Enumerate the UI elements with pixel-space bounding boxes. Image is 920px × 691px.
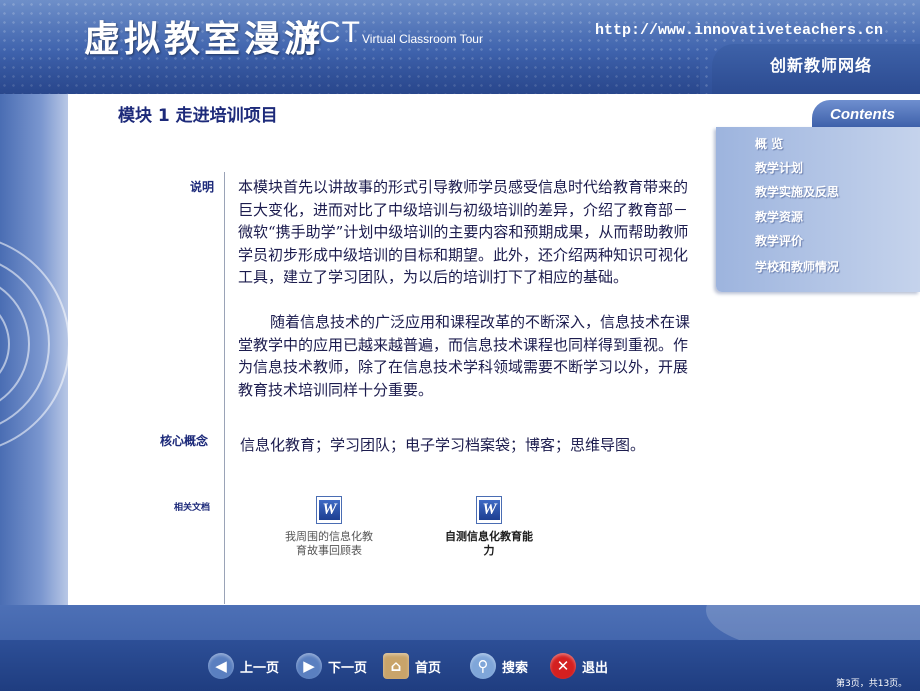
contents-item-teaching-plan[interactable]: 教学计划 <box>755 159 803 176</box>
module-title: 模块 1 走进培训项目 <box>118 106 278 126</box>
prev-page-button[interactable]: ◀ 上一页 <box>208 652 279 680</box>
footer-strip <box>0 640 920 691</box>
document-caption: 自测信息化教育能力 <box>445 530 533 557</box>
label-related-docs: 相关文档 <box>174 503 211 513</box>
home-icon: ⌂ <box>383 653 409 679</box>
search-button[interactable]: ⚲ 搜索 <box>470 652 528 680</box>
page-counter: 第3页，共13页。 <box>836 679 908 689</box>
description-paragraph-1: 本模块首先以讲故事的形式引导教师学员感受信息时代给教育带来的巨大变化，进而对比了… <box>238 178 689 286</box>
contents-item-implementation[interactable]: 教学实施及反思 <box>755 183 839 200</box>
next-page-label: 下一页 <box>328 660 368 676</box>
site-url[interactable]: http://www.innovativeteachers.cn <box>595 22 883 39</box>
home-button[interactable]: ⌂ 首页 <box>383 652 441 680</box>
arrow-right-icon: ▶ <box>296 653 322 679</box>
key-concepts-text: 信息化教育；学习团队；电子学习档案袋；博客；思维导图。 <box>240 436 646 454</box>
exit-label: 退出 <box>582 660 609 676</box>
close-icon: ✕ <box>550 653 576 679</box>
contents-item-evaluation[interactable]: 教学评价 <box>755 232 803 249</box>
vct-subtitle: Virtual Classroom Tour <box>362 32 483 46</box>
vct-logo: VCT <box>298 16 361 49</box>
magnifier-icon: ⚲ <box>470 653 496 679</box>
exit-button[interactable]: ✕ 退出 <box>550 652 608 680</box>
app-title: 虚拟教室漫游 <box>84 18 325 60</box>
next-page-button[interactable]: ▶ 下一页 <box>296 652 367 680</box>
contents-item-resources[interactable]: 教学资源 <box>755 208 803 225</box>
contents-item-school-info[interactable]: 学校和教师情况 <box>755 258 839 275</box>
arrow-left-icon: ◀ <box>208 653 234 679</box>
search-label: 搜索 <box>502 660 529 676</box>
contents-heading: Contents <box>830 106 895 123</box>
network-label[interactable]: 创新教师网络 <box>770 52 872 76</box>
left-decoration <box>0 94 68 654</box>
word-document-icon: W <box>316 496 342 524</box>
document-link-self-test[interactable]: W 自测信息化教育能力 <box>440 496 538 558</box>
label-key-concepts: 核心概念 <box>160 434 209 448</box>
label-description: 说明 <box>190 180 215 194</box>
divider-line <box>224 172 225 604</box>
contents-item-overview[interactable]: 概 览 <box>755 135 783 152</box>
word-document-icon: W <box>476 496 502 524</box>
document-link-story-review[interactable]: W 我周围的信息化教育故事回顾表 <box>282 496 376 558</box>
document-caption: 我周围的信息化教育故事回顾表 <box>285 530 373 557</box>
prev-page-label: 上一页 <box>240 660 280 676</box>
home-label: 首页 <box>415 660 442 676</box>
description-paragraph-2: 随着信息技术的广泛应用和课程改革的不断深入，信息技术在课堂教学中的应用已越来越普… <box>238 313 691 399</box>
